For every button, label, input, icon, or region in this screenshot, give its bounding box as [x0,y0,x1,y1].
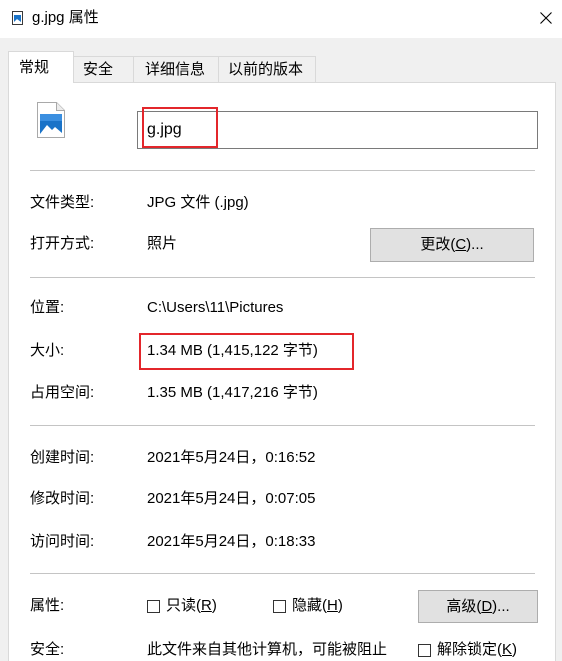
separator [30,425,535,426]
separator [30,170,535,171]
created-value: 2021年5月24日，0:16:52 [147,449,316,466]
opens-with-value: 照片 [147,235,178,252]
unblock-label: 解除锁定(K) [437,641,518,658]
checkbox-box[interactable] [273,599,286,613]
change-button[interactable]: 更改(C)... [370,228,534,262]
read-only-label: 只读(R) [166,597,217,614]
tab-label: 安全 [83,60,114,78]
close-icon [540,12,552,24]
filename-input[interactable] [137,111,538,149]
tab-details[interactable]: 详细信息 [134,56,219,82]
file-type-label: 文件类型: [30,194,95,211]
separator [30,573,535,574]
size-on-disk-label: 占用空间: [30,384,95,401]
image-file-icon [12,11,23,25]
location-value: C:\Users\11\Pictures [147,299,284,316]
opens-with-label: 打开方式: [30,235,95,252]
unblock-checkbox[interactable]: 解除锁定(K) [418,640,517,660]
separator [30,277,535,278]
attributes-label: 属性: [30,597,65,614]
hidden-label: 隐藏(H) [292,597,343,614]
tab-previous-versions[interactable]: 以前的版本 [219,56,316,82]
checkbox-box[interactable] [147,599,160,613]
security-message: 此文件来自其他计算机，可能被阻止 [147,641,388,658]
title-bar[interactable]: g.jpg 属性 [0,0,562,38]
size-label: 大小: [30,342,65,359]
read-only-checkbox[interactable]: 只读(R) [147,596,217,616]
checkbox-box[interactable] [418,643,431,657]
hidden-checkbox[interactable]: 隐藏(H) [273,596,343,616]
modified-value: 2021年5月24日，0:07:05 [147,490,316,507]
tab-security[interactable]: 安全 [74,56,134,82]
image-file-icon [37,102,65,138]
change-button-label: 更改(C)... [420,236,484,253]
advanced-button[interactable]: 高级(D)... [418,590,538,623]
tab-label: 常规 [19,58,50,76]
modified-label: 修改时间: [30,490,95,507]
general-tab-panel: 文件类型: JPG 文件 (.jpg) 打开方式: 照片 更改(C)... 位置… [8,82,556,661]
advanced-button-label: 高级(D)... [446,597,510,615]
accessed-value: 2021年5月24日，0:18:33 [147,533,316,550]
size-on-disk-value: 1.35 MB (1,417,216 字节) [147,384,318,401]
size-value: 1.34 MB (1,415,122 字节) [147,342,318,359]
tab-label: 详细信息 [145,60,206,78]
tab-general[interactable]: 常规 [8,51,74,83]
tab-label: 以前的版本 [228,60,304,78]
close-button[interactable] [531,3,561,33]
security-label: 安全: [30,641,65,658]
location-label: 位置: [30,299,65,316]
file-type-value: JPG 文件 (.jpg) [147,194,249,211]
accessed-label: 访问时间: [30,533,95,550]
window-title: g.jpg 属性 [32,9,99,26]
created-label: 创建时间: [30,449,95,466]
